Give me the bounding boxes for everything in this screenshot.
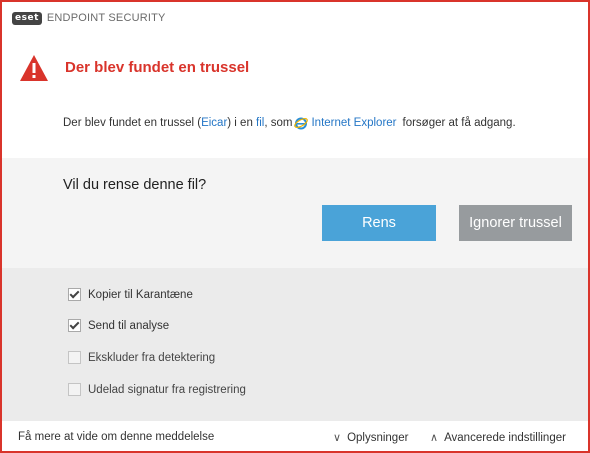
learn-more-link[interactable]: Få mere at vide om denne meddelelse — [18, 431, 214, 443]
send-analysis-checkbox[interactable] — [68, 319, 81, 332]
threat-name-link[interactable]: Eicar — [201, 117, 227, 129]
file-link[interactable]: fil — [256, 117, 264, 129]
alert-title: Der blev fundet en trussel — [65, 59, 250, 76]
footer: Få mere at vide om denne meddelelse ∨ Op… — [2, 421, 588, 451]
titlebar: eset ENDPOINT SECURITY — [2, 2, 588, 34]
internet-explorer-link[interactable]: Internet Explorer — [311, 117, 396, 129]
question-text: Vil du rense denne fil? — [63, 177, 207, 193]
options-panel: Kopier til Karantæne Send til analyse Ek… — [2, 268, 588, 421]
question-area: Vil du rense denne fil? Rens Ignorer tru… — [2, 158, 588, 268]
warning-icon — [20, 55, 48, 81]
clean-button[interactable]: Rens — [322, 205, 436, 241]
alert-detail: Der blev fundet en trussel ( Eicar ) i e… — [63, 116, 516, 130]
detail-comma: , som — [264, 117, 293, 129]
option-send-analysis[interactable]: Send til analyse — [68, 319, 169, 332]
app-title: ENDPOINT SECURITY — [46, 12, 166, 24]
advanced-label: Avancerede indstillinger — [444, 431, 566, 444]
chevron-down-icon: ∨ — [333, 432, 342, 444]
alert-header: Der blev fundet en trussel Der blev fund… — [2, 34, 588, 158]
detail-suffix: forsøger at få adgang. — [402, 117, 516, 129]
detail-prefix: Der blev fundet en trussel ( — [63, 117, 202, 129]
exclude-detection-checkbox[interactable] — [68, 351, 81, 364]
ignore-threat-button[interactable]: Ignorer trussel — [459, 205, 572, 241]
details-toggle[interactable]: ∨ Oplysninger — [333, 431, 409, 445]
chevron-up-icon: ∧ — [430, 432, 439, 444]
option-exclude-signature[interactable]: Udelad signatur fra registrering — [68, 383, 246, 396]
eset-logo: eset — [12, 11, 42, 25]
detail-mid: ) i en — [227, 117, 257, 129]
exclude-signature-checkbox[interactable] — [68, 383, 81, 396]
option-label: Ekskluder fra detektering — [88, 351, 216, 364]
internet-explorer-icon — [294, 117, 309, 130]
option-exclude-detection[interactable]: Ekskluder fra detektering — [68, 351, 215, 364]
details-label: Oplysninger — [347, 431, 409, 444]
option-label: Kopier til Karantæne — [88, 288, 193, 301]
threat-dialog: eset ENDPOINT SECURITY Der blev fundet e… — [0, 0, 590, 453]
quarantine-checkbox[interactable] — [68, 288, 81, 301]
option-label: Udelad signatur fra registrering — [88, 383, 246, 396]
advanced-settings-toggle[interactable]: ∧ Avancerede indstillinger — [430, 431, 566, 445]
option-label: Send til analyse — [88, 319, 170, 332]
option-quarantine[interactable]: Kopier til Karantæne — [68, 288, 193, 301]
